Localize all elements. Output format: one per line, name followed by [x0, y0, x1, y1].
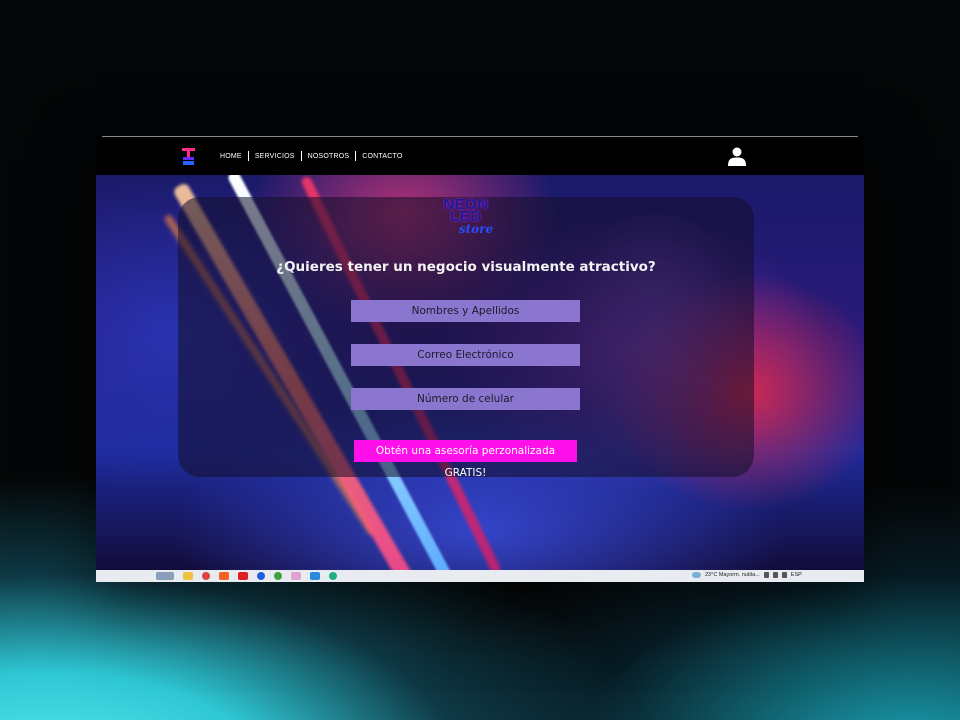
chrome-icon[interactable]	[202, 572, 210, 580]
network-icon[interactable]	[772, 572, 778, 578]
search-icon[interactable]	[156, 572, 174, 580]
brand-logo: NEON LED store	[178, 197, 754, 236]
form-headline: ¿Quieres tener un negocio visualmente at…	[276, 259, 656, 275]
nav-contacto[interactable]: CONTACTO	[356, 153, 408, 160]
nav-servicios[interactable]: SERVICIOS	[249, 153, 301, 160]
name-field[interactable]	[351, 300, 580, 322]
photos-icon[interactable]	[291, 572, 301, 580]
file-explorer-icon[interactable]	[183, 572, 193, 580]
user-icon[interactable]	[728, 147, 746, 166]
taskbar-apps	[156, 572, 337, 580]
navbar: HOME SERVICIOS NOSOTROS CONTACTO	[96, 137, 864, 175]
cloud-icon	[692, 572, 701, 578]
tray-chevron-icon[interactable]	[763, 572, 769, 578]
edge-icon[interactable]	[329, 572, 337, 580]
youtube-icon[interactable]	[238, 572, 248, 580]
browser-window: HOME SERVICIOS NOSOTROS CONTACTO NEON LE…	[96, 136, 864, 582]
brand-line-3: store	[458, 222, 494, 236]
email-field[interactable]	[351, 344, 580, 366]
nav-nosotros[interactable]: NOSOTROS	[302, 153, 356, 160]
facebook-icon[interactable]	[257, 572, 265, 580]
vscode-icon[interactable]	[310, 572, 320, 580]
volume-icon[interactable]	[781, 572, 787, 578]
nav-home[interactable]: HOME	[214, 153, 248, 160]
neon-logo-icon[interactable]	[182, 148, 195, 165]
contact-form-panel: NEON LED store ¿Quieres tener un negocio…	[178, 197, 754, 479]
chrome-profile-icon[interactable]	[274, 572, 282, 580]
weather-text[interactable]: 23°C Mayorm. nubla...	[705, 572, 760, 578]
os-taskbar: 23°C Mayorm. nubla... ESP	[96, 570, 864, 582]
phone-field[interactable]	[351, 388, 580, 410]
nav-links: HOME SERVICIOS NOSOTROS CONTACTO	[214, 151, 409, 161]
hero-section: NEON LED store ¿Quieres tener un negocio…	[96, 175, 864, 570]
language-indicator[interactable]: ESP	[791, 572, 802, 578]
submit-button[interactable]: Obtén una asesoría perzonalizada GRATIS!	[354, 440, 577, 479]
brave-icon[interactable]	[219, 572, 229, 580]
system-tray: 23°C Mayorm. nubla... ESP	[692, 572, 802, 578]
